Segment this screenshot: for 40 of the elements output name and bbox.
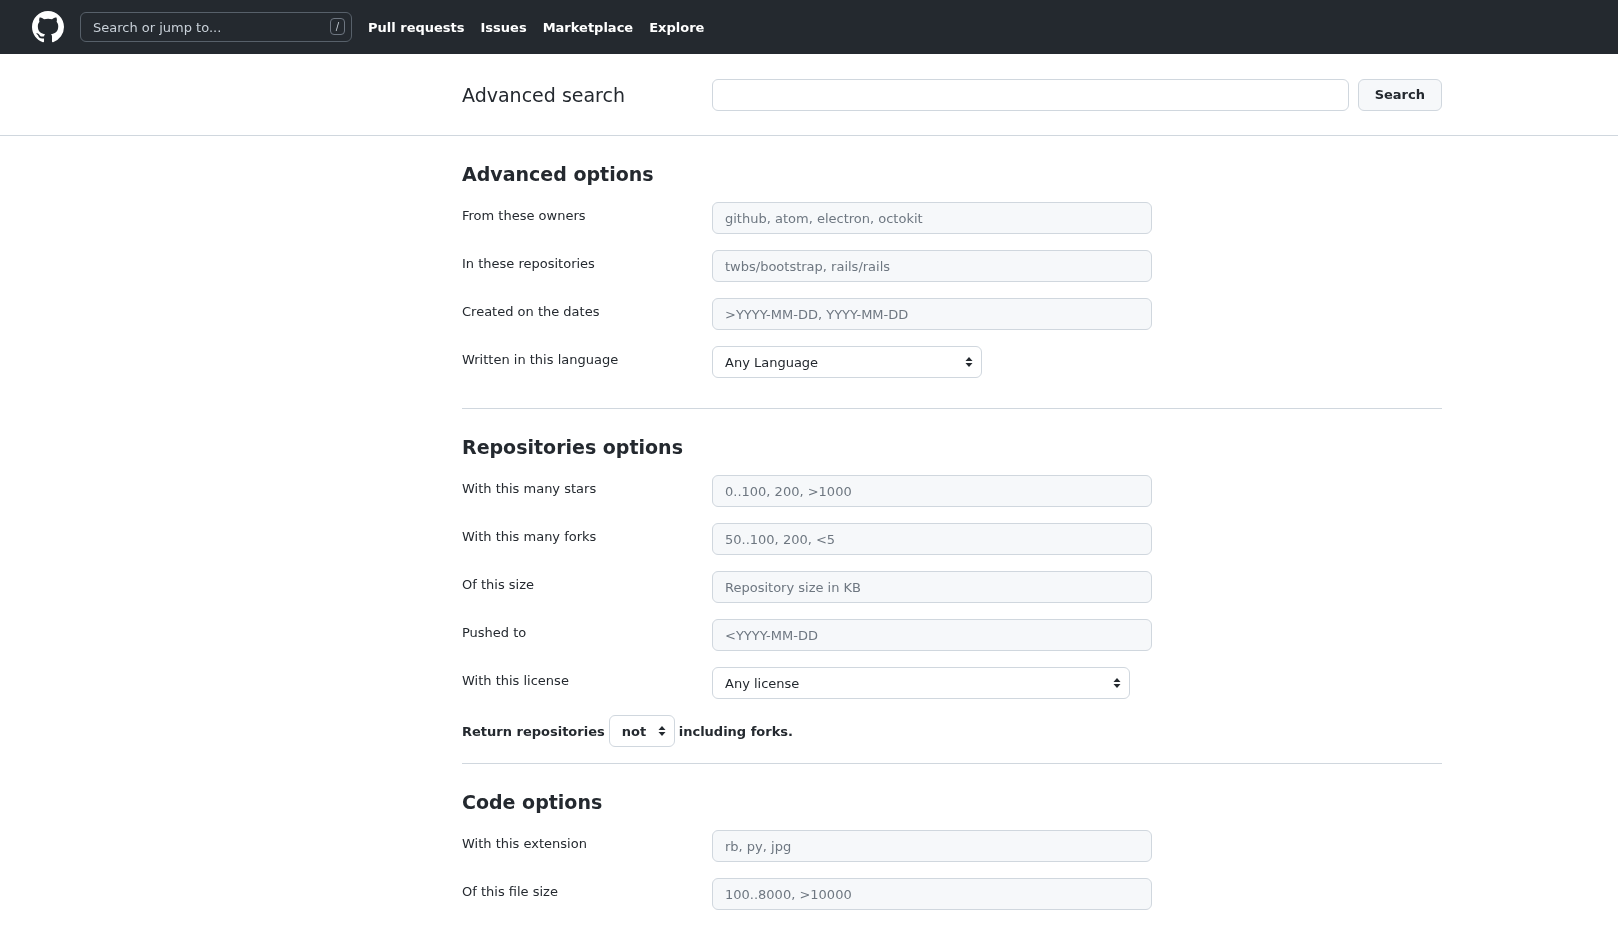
text-field[interactable]: 50..100, 200, <5 [712, 523, 1152, 555]
nav-link[interactable]: Issues [480, 19, 527, 35]
up-down-caret-icon [965, 356, 973, 368]
field-label: In these repositories [462, 255, 596, 271]
dropdown[interactable]: Any license [712, 667, 1130, 699]
text-field[interactable]: github, atom, electron, octokit [712, 202, 1152, 234]
text-field[interactable]: rb, py, jpg [712, 830, 1152, 862]
nav-link[interactable]: Marketplace [542, 19, 634, 35]
nav-link[interactable]: Pull requests [368, 19, 465, 35]
text-field[interactable]: Repository size in KB [712, 571, 1152, 603]
dropdown[interactable]: Any Language [712, 346, 982, 378]
up-down-caret-icon [1113, 677, 1121, 689]
dropdown[interactable]: not [608, 715, 675, 747]
shortcut-key: / [329, 18, 345, 35]
text-field[interactable]: <YYYY-MM-DD [712, 619, 1152, 651]
up-down-caret-icon [657, 725, 666, 737]
field-label: Created on the dates [462, 303, 601, 319]
text-field[interactable]: 0..100, 200, >1000 [712, 475, 1152, 507]
section-heading: Code options [462, 790, 604, 815]
section-heading: Advanced options [462, 162, 655, 187]
sentence-text: including forks. [678, 723, 793, 739]
search-button[interactable]: Search [1357, 78, 1442, 111]
text-field[interactable]: >YYYY-MM-DD, YYYY-MM-DD [712, 298, 1152, 330]
text-field[interactable]: 100..8000, >10000 [712, 878, 1152, 910]
text-field[interactable]: twbs/bootstrap, rails/rails [712, 250, 1152, 282]
field-label: Pushed to [462, 624, 528, 640]
field-label: With this extension [462, 835, 588, 851]
octocat-logo-icon[interactable] [32, 11, 64, 43]
field-label: With this license [462, 672, 570, 688]
search-input[interactable] [712, 78, 1349, 111]
page-title: Advanced search [462, 83, 626, 106]
section-heading: Repositories options [462, 435, 684, 460]
sentence-text: Return repositories [462, 723, 605, 739]
field-label: Of this size [462, 576, 535, 592]
nav-link[interactable]: Explore [649, 19, 705, 35]
field-label: Of this file size [462, 883, 559, 899]
field-label: With this many forks [462, 528, 598, 544]
field-label: Written in this language [462, 351, 620, 367]
field-label: With this many stars [462, 480, 598, 496]
field-label: From these owners [462, 207, 587, 223]
